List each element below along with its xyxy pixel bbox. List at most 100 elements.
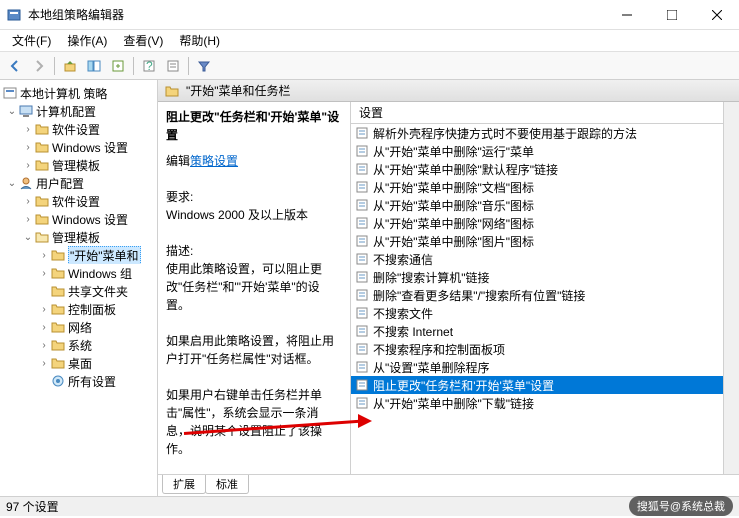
folder-icon: [50, 283, 66, 299]
expand-icon[interactable]: ›: [38, 340, 50, 351]
expand-icon[interactable]: ›: [22, 142, 34, 153]
tree-start-menu-taskbar[interactable]: › "开始"菜单和: [0, 246, 157, 264]
tab-standard[interactable]: 标准: [205, 475, 249, 494]
list-item-label: 从"开始"菜单中删除"文档"图标: [373, 179, 534, 196]
settings-icon: [50, 373, 66, 389]
list-item[interactable]: 不搜索通信: [351, 250, 723, 268]
maximize-button[interactable]: [649, 0, 694, 30]
tree-user-admin-templates[interactable]: ⌄ 管理模板: [0, 228, 157, 246]
tree-pane[interactable]: 本地计算机 策略 ⌄ 计算机配置 › 软件设置 › Windows 设置 › 管…: [0, 80, 158, 496]
content-area: 阻止更改"任务栏和'开始'菜单"设置 编辑策略设置 要求: Windows 20…: [158, 102, 739, 474]
collapse-icon[interactable]: ⌄: [6, 106, 18, 117]
properties-button[interactable]: [162, 55, 184, 77]
list-item[interactable]: 从"开始"菜单中删除"音乐"图标: [351, 196, 723, 214]
expand-icon[interactable]: ›: [22, 160, 34, 171]
vertical-scrollbar[interactable]: [723, 102, 739, 474]
list-item[interactable]: 从"开始"菜单中删除"默认程序"链接: [351, 160, 723, 178]
list-item-label: 从"开始"菜单中删除"运行"菜单: [373, 143, 534, 160]
folder-icon: [34, 139, 50, 155]
close-button[interactable]: [694, 0, 739, 30]
tree-admin-templates[interactable]: › 管理模板: [0, 156, 157, 174]
folder-icon: [50, 355, 66, 371]
export-button[interactable]: [107, 55, 129, 77]
tree-shared-folders[interactable]: 共享文件夹: [0, 282, 157, 300]
policy-icon: [2, 85, 18, 101]
list-item[interactable]: 从"开始"菜单中删除"文档"图标: [351, 178, 723, 196]
list-item[interactable]: 从"设置"菜单删除程序: [351, 358, 723, 376]
toolbar-separator-3: [188, 57, 189, 75]
expand-icon[interactable]: ›: [38, 268, 50, 279]
toolbar: ?: [0, 52, 739, 80]
tree-user-software[interactable]: › 软件设置: [0, 192, 157, 210]
list-item[interactable]: 不搜索 Internet: [351, 322, 723, 340]
tree-windows-settings[interactable]: › Windows 设置: [0, 138, 157, 156]
tree-software-settings[interactable]: › 软件设置: [0, 120, 157, 138]
policy-item-icon: [355, 234, 369, 248]
folder-icon: [34, 121, 50, 137]
expand-icon[interactable]: ›: [22, 124, 34, 135]
expand-icon[interactable]: ›: [38, 358, 50, 369]
list-item-label: 从"开始"菜单中删除"图片"图标: [373, 233, 534, 250]
expand-icon[interactable]: ›: [38, 322, 50, 333]
minimize-button[interactable]: [604, 0, 649, 30]
list-item[interactable]: 从"开始"菜单中删除"运行"菜单: [351, 142, 723, 160]
folder-icon: [50, 301, 66, 317]
list-item[interactable]: 不搜索程序和控制面板项: [351, 340, 723, 358]
expand-icon[interactable]: ›: [22, 214, 34, 225]
user-icon: [18, 175, 34, 191]
back-button[interactable]: [4, 55, 26, 77]
expand-icon[interactable]: ›: [22, 196, 34, 207]
list-item[interactable]: 删除"搜索计算机"链接: [351, 268, 723, 286]
menu-file[interactable]: 文件(F): [4, 30, 59, 51]
list-item-label: 不搜索通信: [373, 251, 433, 268]
tree-desktop[interactable]: › 桌面: [0, 354, 157, 372]
edit-policy-link[interactable]: 策略设置: [190, 154, 238, 168]
tab-extended[interactable]: 扩展: [162, 475, 206, 494]
collapse-icon[interactable]: ⌄: [22, 232, 34, 243]
list-item[interactable]: 从"开始"菜单中删除"网络"图标: [351, 214, 723, 232]
filter-button[interactable]: [193, 55, 215, 77]
policy-item-icon: [355, 126, 369, 140]
forward-button[interactable]: [28, 55, 50, 77]
tree-control-panel[interactable]: › 控制面板: [0, 300, 157, 318]
menu-action[interactable]: 操作(A): [59, 30, 115, 51]
tree-computer-config[interactable]: ⌄ 计算机配置: [0, 102, 157, 120]
collapse-icon[interactable]: ⌄: [6, 178, 18, 189]
list-item[interactable]: 删除"查看更多结果"/"搜索所有位置"链接: [351, 286, 723, 304]
list-item[interactable]: 从"开始"菜单中删除"图片"图标: [351, 232, 723, 250]
list-item[interactable]: 不搜索文件: [351, 304, 723, 322]
list-item[interactable]: 阻止更改"任务栏和'开始'菜单"设置: [351, 376, 723, 394]
main-area: 本地计算机 策略 ⌄ 计算机配置 › 软件设置 › Windows 设置 › 管…: [0, 80, 739, 496]
list-item-label: 从"开始"菜单中删除"音乐"图标: [373, 197, 534, 214]
annotation-arrow-head: [358, 414, 372, 428]
policy-item-icon: [355, 360, 369, 374]
toolbar-separator: [54, 57, 55, 75]
expand-icon[interactable]: ›: [38, 250, 50, 261]
tree-network[interactable]: › 网络: [0, 318, 157, 336]
tree-all-settings[interactable]: 所有设置: [0, 372, 157, 390]
tree-user-windows-settings[interactable]: › Windows 设置: [0, 210, 157, 228]
description-p2: 如果启用此策略设置，将阻止用户打开"任务栏属性"对话框。: [166, 332, 342, 368]
window-title: 本地组策略编辑器: [28, 6, 604, 23]
list-item-label: 删除"查看更多结果"/"搜索所有位置"链接: [373, 287, 585, 304]
tree-windows-components[interactable]: › Windows 组: [0, 264, 157, 282]
policy-item-icon: [355, 324, 369, 338]
list-item[interactable]: 解析外壳程序快捷方式时不要使用基于跟踪的方法: [351, 124, 723, 142]
tree-user-config[interactable]: ⌄ 用户配置: [0, 174, 157, 192]
tree-root[interactable]: 本地计算机 策略: [0, 84, 157, 102]
tree-system[interactable]: › 系统: [0, 336, 157, 354]
refresh-button[interactable]: ?: [138, 55, 160, 77]
policy-item-icon: [355, 162, 369, 176]
show-hide-button[interactable]: [83, 55, 105, 77]
folder-icon: [50, 247, 66, 263]
settings-list[interactable]: 解析外壳程序快捷方式时不要使用基于跟踪的方法从"开始"菜单中删除"运行"菜单从"…: [351, 124, 723, 474]
policy-item-icon: [355, 378, 369, 392]
list-item[interactable]: 从"开始"菜单中删除"下载"链接: [351, 394, 723, 412]
expand-icon[interactable]: ›: [38, 304, 50, 315]
up-button[interactable]: [59, 55, 81, 77]
policy-item-icon: [355, 342, 369, 356]
menu-view[interactable]: 查看(V): [115, 30, 171, 51]
column-header-setting[interactable]: 设置: [351, 102, 723, 124]
right-pane: "开始"菜单和任务栏 阻止更改"任务栏和'开始'菜单"设置 编辑策略设置 要求:…: [158, 80, 739, 496]
menu-help[interactable]: 帮助(H): [171, 30, 228, 51]
